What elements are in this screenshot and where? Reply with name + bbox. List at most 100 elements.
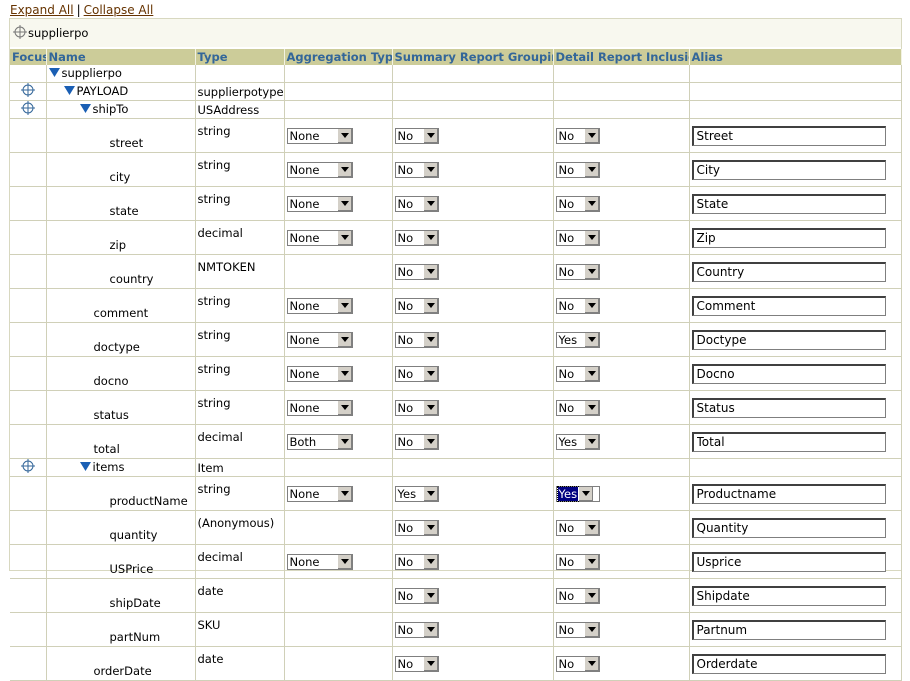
dropdown-arrow-icon[interactable] [583, 264, 599, 279]
aggregation-select[interactable]: None [286, 161, 353, 178]
summary-select[interactable]: No [394, 161, 439, 178]
summary-select[interactable]: No [394, 297, 439, 314]
dropdown-arrow-icon[interactable] [422, 162, 438, 177]
detail-select[interactable]: No [555, 127, 600, 144]
expand-triangle-icon[interactable] [79, 461, 91, 475]
dropdown-arrow-icon[interactable] [583, 520, 599, 535]
detail-select[interactable]: Yes [555, 331, 600, 348]
summary-select[interactable]: No [394, 127, 439, 144]
dropdown-arrow-icon[interactable] [583, 298, 599, 313]
aggregation-select[interactable]: None [286, 485, 353, 502]
dropdown-arrow-icon[interactable] [583, 622, 599, 637]
summary-select[interactable]: No [394, 621, 439, 638]
aggregation-select[interactable]: None [286, 331, 353, 348]
summary-select[interactable]: No [394, 229, 439, 246]
dropdown-arrow-icon[interactable] [422, 128, 438, 143]
summary-select[interactable]: No [394, 655, 439, 672]
alias-input[interactable] [691, 483, 886, 504]
dropdown-arrow-icon[interactable] [422, 554, 438, 569]
dropdown-arrow-icon[interactable] [583, 588, 599, 603]
expand-triangle-icon[interactable] [48, 67, 60, 81]
dropdown-arrow-icon[interactable] [583, 332, 599, 347]
dropdown-arrow-icon[interactable] [336, 230, 352, 245]
dropdown-arrow-icon[interactable] [583, 554, 599, 569]
detail-select[interactable]: No [555, 519, 600, 536]
focus-crosshair-icon[interactable] [20, 83, 35, 100]
alias-input[interactable] [691, 551, 886, 572]
expand-triangle-icon[interactable] [79, 103, 91, 117]
detail-select[interactable]: No [555, 195, 600, 212]
dropdown-arrow-icon[interactable] [583, 366, 599, 381]
alias-input[interactable] [691, 295, 886, 316]
dropdown-arrow-icon[interactable] [336, 196, 352, 211]
dropdown-arrow-icon[interactable] [336, 400, 352, 415]
dropdown-arrow-icon[interactable] [422, 486, 438, 501]
detail-select[interactable]: No [555, 655, 600, 672]
focus-crosshair-icon[interactable] [20, 459, 35, 476]
dropdown-arrow-icon[interactable] [336, 298, 352, 313]
dropdown-arrow-icon[interactable] [422, 656, 438, 671]
dropdown-arrow-icon[interactable] [422, 332, 438, 347]
dropdown-arrow-icon[interactable] [583, 656, 599, 671]
dropdown-arrow-icon[interactable] [422, 196, 438, 211]
dropdown-arrow-icon[interactable] [336, 162, 352, 177]
dropdown-arrow-icon[interactable] [583, 196, 599, 211]
alias-input[interactable] [691, 159, 886, 180]
dropdown-arrow-icon[interactable] [583, 400, 599, 415]
alias-input[interactable] [691, 363, 886, 384]
dropdown-arrow-icon[interactable] [336, 486, 352, 501]
detail-select[interactable]: No [555, 621, 600, 638]
summary-select[interactable]: Yes [394, 485, 439, 502]
summary-select[interactable]: No [394, 331, 439, 348]
detail-select[interactable]: No [555, 553, 600, 570]
expand-triangle-icon[interactable] [63, 85, 75, 99]
summary-select[interactable]: No [394, 587, 439, 604]
dropdown-arrow-icon[interactable] [583, 230, 599, 245]
summary-select[interactable]: No [394, 195, 439, 212]
dropdown-arrow-icon[interactable] [336, 332, 352, 347]
detail-select[interactable]: No [555, 161, 600, 178]
dropdown-arrow-icon[interactable] [583, 162, 599, 177]
detail-select[interactable]: No [555, 297, 600, 314]
dropdown-arrow-icon[interactable] [422, 298, 438, 313]
alias-input[interactable] [691, 227, 886, 248]
dropdown-arrow-icon[interactable] [422, 520, 438, 535]
alias-input[interactable] [691, 619, 886, 640]
aggregation-select[interactable]: None [286, 127, 353, 144]
dropdown-arrow-icon[interactable] [422, 366, 438, 381]
aggregation-select[interactable]: None [286, 229, 353, 246]
dropdown-arrow-icon[interactable] [422, 588, 438, 603]
alias-input[interactable] [691, 653, 886, 674]
aggregation-select[interactable]: None [286, 399, 353, 416]
dropdown-arrow-icon[interactable] [583, 434, 599, 449]
dropdown-arrow-icon[interactable] [336, 366, 352, 381]
aggregation-select[interactable]: None [286, 365, 353, 382]
expand-all-link[interactable]: Expand All [10, 3, 74, 17]
summary-select[interactable]: No [394, 433, 439, 450]
detail-select[interactable]: No [555, 399, 600, 416]
collapse-all-link[interactable]: Collapse All [84, 3, 154, 17]
aggregation-select[interactable]: None [286, 195, 353, 212]
alias-input[interactable] [691, 517, 886, 538]
alias-input[interactable] [691, 125, 886, 146]
breadcrumb-label[interactable]: supplierpo [28, 26, 88, 40]
dropdown-arrow-icon[interactable] [336, 554, 352, 569]
dropdown-arrow-icon[interactable] [422, 622, 438, 637]
dropdown-arrow-icon[interactable] [578, 486, 594, 501]
detail-select[interactable]: No [555, 587, 600, 604]
alias-input[interactable] [691, 193, 886, 214]
aggregation-select[interactable]: None [286, 553, 353, 570]
detail-select[interactable]: Yes [555, 433, 600, 450]
aggregation-select[interactable]: None [286, 297, 353, 314]
summary-select[interactable]: No [394, 519, 439, 536]
alias-input[interactable] [691, 585, 886, 606]
focus-crosshair-icon[interactable] [20, 101, 35, 118]
dropdown-arrow-icon[interactable] [422, 400, 438, 415]
summary-select[interactable]: No [394, 399, 439, 416]
dropdown-arrow-icon[interactable] [422, 230, 438, 245]
summary-select[interactable]: No [394, 365, 439, 382]
detail-select[interactable]: No [555, 365, 600, 382]
detail-select[interactable]: No [555, 263, 600, 280]
dropdown-arrow-icon[interactable] [422, 434, 438, 449]
dropdown-arrow-icon[interactable] [336, 128, 352, 143]
